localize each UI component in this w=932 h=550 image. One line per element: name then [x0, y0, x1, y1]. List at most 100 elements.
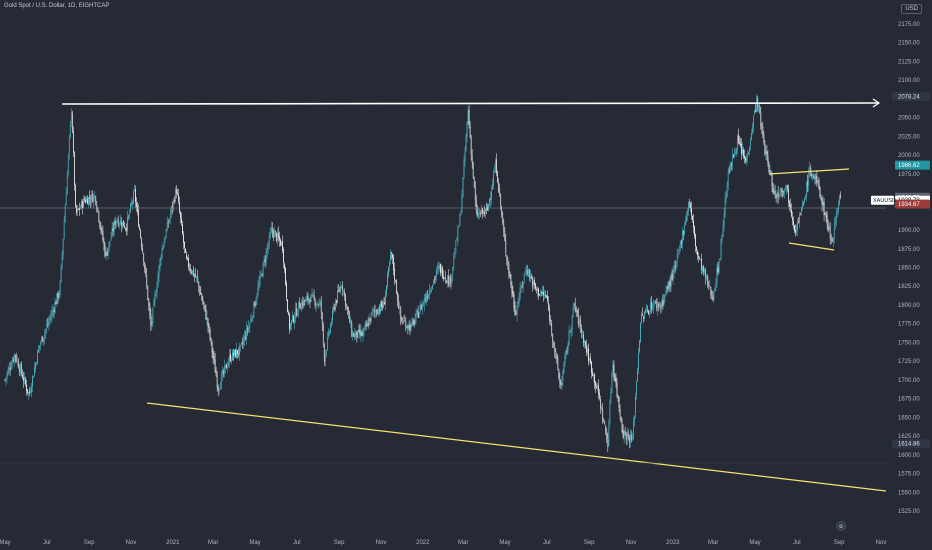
candle-body — [672, 270, 674, 281]
x-tick-label: May — [0, 540, 11, 546]
candle-body — [677, 252, 679, 254]
candle-body — [212, 351, 214, 358]
candle-body — [682, 231, 684, 235]
candle-body — [291, 319, 292, 325]
candle-body — [385, 294, 386, 305]
candle-body — [158, 265, 160, 277]
candle-body — [303, 299, 305, 307]
candle-body — [388, 267, 389, 276]
candle-body — [484, 212, 485, 214]
candle-body — [747, 155, 748, 158]
candle-body — [514, 305, 516, 315]
candle-body — [286, 283, 287, 299]
candle-body — [624, 431, 626, 434]
candle-body — [48, 321, 50, 325]
currency-button[interactable]: USD — [901, 4, 922, 14]
candle-body — [527, 270, 529, 275]
candle-body — [315, 304, 317, 307]
candle-body — [675, 261, 677, 269]
candle-body — [669, 280, 671, 287]
candle-body — [167, 223, 169, 224]
candle-body — [659, 305, 661, 307]
y-tick-label: 1850.00 — [898, 266, 920, 272]
candle-body — [31, 387, 32, 393]
candle-body — [578, 319, 580, 325]
candle-body — [252, 316, 254, 319]
candle-body — [204, 305, 206, 308]
candle-body — [623, 430, 625, 438]
candle-body — [197, 275, 199, 281]
candle-body — [704, 270, 706, 273]
candle-body — [169, 214, 171, 220]
candle-body — [666, 286, 668, 293]
candle-body — [76, 205, 77, 214]
y-tick-label: 2025.00 — [898, 134, 920, 140]
candle-body — [378, 309, 380, 312]
candle-body — [506, 254, 508, 261]
candle-body — [668, 281, 670, 289]
candle-body — [499, 189, 501, 193]
candle-body — [545, 295, 546, 296]
candle-body — [713, 292, 715, 300]
candle-body — [491, 191, 492, 200]
candle-body — [52, 309, 54, 312]
candle-body — [820, 198, 822, 199]
candle-body — [466, 122, 468, 137]
candle-body — [134, 189, 135, 191]
candle-body — [29, 391, 30, 393]
candle-body — [192, 270, 194, 274]
candle-body — [667, 286, 669, 289]
candle-body — [132, 201, 133, 204]
candle-body — [330, 324, 331, 333]
candle-body — [159, 258, 161, 268]
candle-body — [657, 303, 659, 310]
y-tick-label: 2000.00 — [898, 153, 920, 159]
candle-body — [278, 232, 279, 238]
candle-body — [400, 306, 402, 320]
candle-body — [60, 265, 62, 282]
y-tick-label: 1875.00 — [898, 247, 920, 253]
high-value: 2078.24 — [898, 95, 920, 101]
candle-body — [681, 230, 683, 244]
candle-body — [457, 226, 459, 242]
candle-body — [688, 202, 689, 211]
candle-body — [581, 333, 583, 334]
candle-body — [401, 318, 403, 321]
candle-body — [519, 287, 521, 299]
candle-body — [590, 358, 591, 363]
candle-body — [85, 200, 86, 203]
candle-body — [372, 309, 374, 312]
x-tick-label: 2023 — [666, 540, 680, 546]
candle-body — [355, 330, 357, 335]
x-tick-label: Jul — [543, 540, 551, 546]
scroll-to-realtime-icon[interactable]: ⚙ — [836, 521, 846, 531]
candle-body — [450, 277, 452, 285]
candle-body — [554, 346, 556, 352]
candle-body — [698, 255, 699, 258]
candle-body — [663, 297, 665, 305]
candle-body — [819, 187, 821, 197]
candle-body — [765, 150, 767, 154]
price-chart[interactable]: 2175.00 2150.00 2125.00 2100.00 2050.00 2025.… — [0, 0, 932, 550]
candle-body — [706, 276, 708, 279]
candle-body — [594, 374, 595, 384]
candle-body — [258, 282, 260, 288]
candle-body — [94, 195, 96, 197]
candle-body — [606, 433, 608, 439]
candle-body — [384, 302, 385, 305]
candle-body — [309, 300, 311, 303]
candle-body — [187, 257, 188, 259]
candle-body — [334, 307, 335, 309]
candle-body — [476, 211, 478, 217]
candle-body — [565, 350, 567, 355]
candle-body — [559, 379, 561, 384]
candle-body — [814, 177, 816, 181]
candle-body — [239, 345, 240, 355]
candle-body — [751, 132, 752, 140]
candle-body — [65, 192, 67, 206]
candle-body — [439, 265, 440, 268]
candle-body — [613, 364, 615, 376]
candle-body — [580, 328, 582, 334]
candle-body — [394, 269, 395, 280]
candle-body — [343, 290, 344, 292]
